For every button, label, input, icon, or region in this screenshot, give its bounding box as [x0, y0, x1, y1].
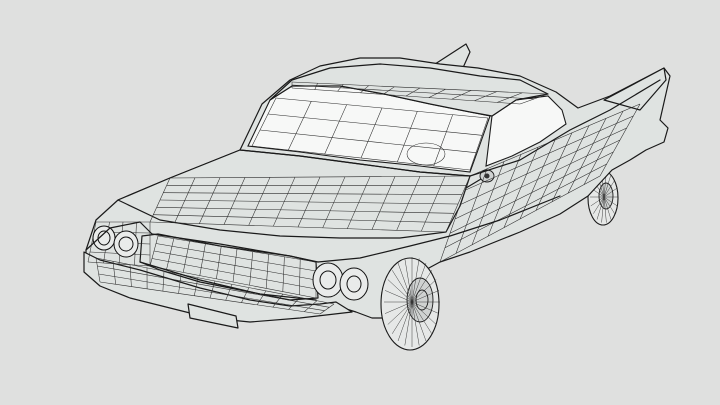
wireframe-car-render — [83, 43, 671, 351]
viewport — [0, 0, 720, 405]
front-wheel — [380, 257, 440, 351]
